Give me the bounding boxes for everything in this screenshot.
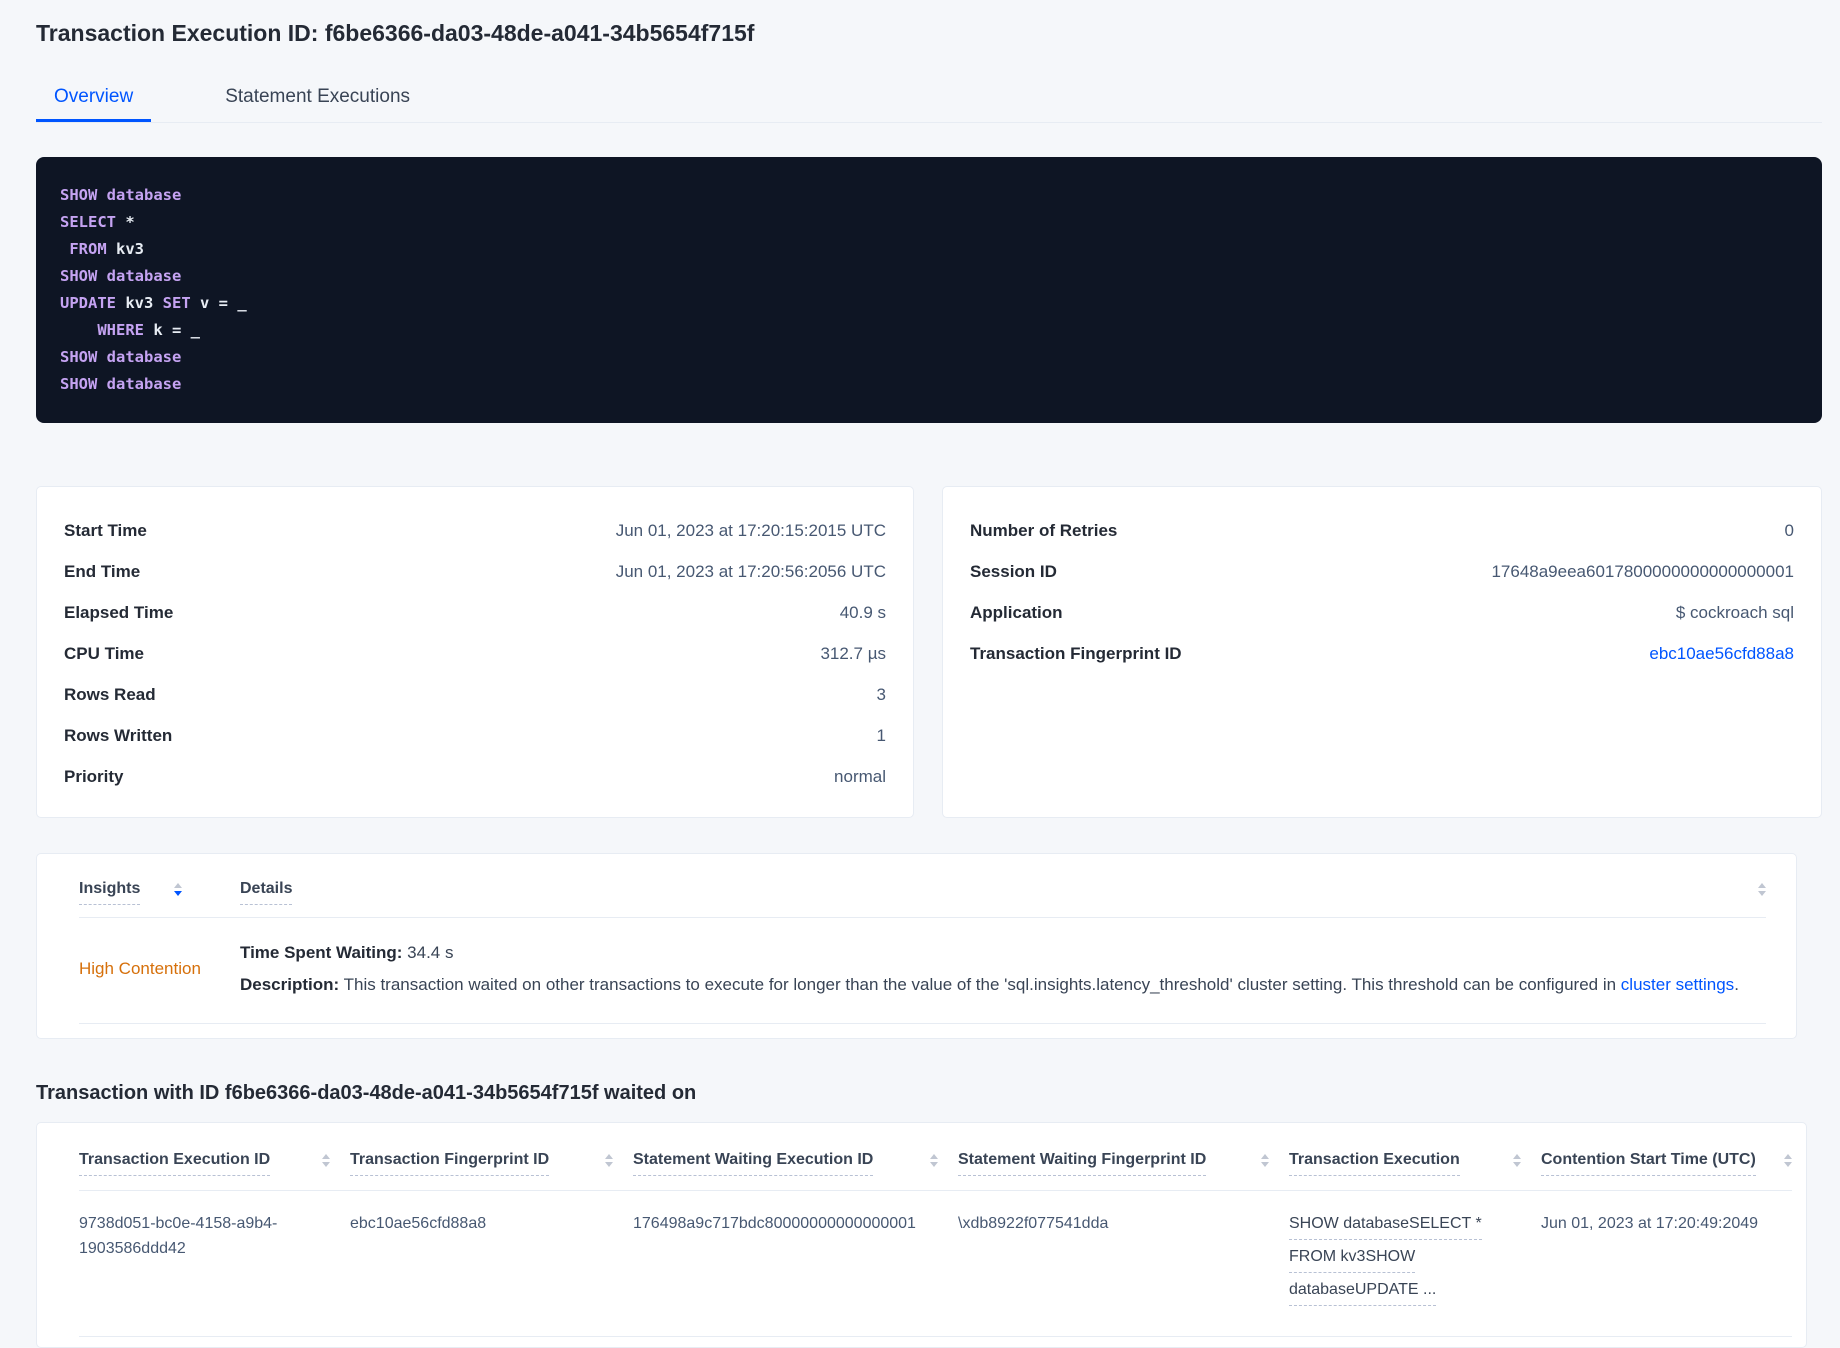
insights-column-header: Insights (79, 880, 240, 905)
page-title: Transaction Execution ID: f6be6366-da03-… (36, 20, 755, 46)
insight-details: Time Spent Waiting: 34.4 s Description: … (240, 940, 1766, 997)
column-header-statement-waiting-execution-id: Statement Waiting Execution ID (633, 1151, 958, 1176)
tab-bar: Overview Statement Executions (36, 74, 1822, 123)
summary-kv-row: Rows Read 3 (64, 674, 886, 715)
sort-icon[interactable] (322, 1153, 330, 1167)
timing-summary-card: Start Time Jun 01, 2023 at 17:20:15:2015… (36, 486, 914, 818)
kv-label: Session ID (970, 561, 1057, 581)
insights-table: Insights Details High Contention Time Sp… (36, 853, 1797, 1039)
kv-label: Application (970, 602, 1063, 622)
kv-label: Transaction Fingerprint ID (970, 643, 1182, 663)
summary-kv-row: End Time Jun 01, 2023 at 17:20:56:2056 U… (64, 551, 886, 592)
summary-cards: Start Time Jun 01, 2023 at 17:20:15:2015… (36, 486, 1822, 818)
sort-icon[interactable] (1513, 1153, 1521, 1167)
time-spent-waiting: Time Spent Waiting: 34.4 s (240, 943, 454, 962)
sql-code: SHOW database SELECT * FROM kv3 SHOW datab… (60, 186, 247, 393)
column-header-contention-start-time: Contention Start Time (UTC) (1541, 1151, 1792, 1176)
summary-kv-row: Priority normal (64, 756, 886, 797)
kv-label: Rows Read (64, 684, 156, 704)
sort-icon[interactable] (930, 1153, 938, 1167)
column-header-transaction-execution: Transaction Execution (1289, 1151, 1541, 1176)
insight-type-badge: High Contention (79, 958, 201, 978)
kv-value: 17648a9eea6017800000000000000001 (1491, 561, 1794, 581)
cell-transaction-fingerprint-id: ebc10ae56cfd88a8 (350, 1214, 487, 1232)
column-header-transaction-fingerprint-id: Transaction Fingerprint ID (350, 1151, 633, 1176)
kv-value: Jun 01, 2023 at 17:20:15:2015 UTC (615, 520, 886, 540)
kv-value: 3 (876, 684, 886, 704)
waited-on-table: Transaction Execution ID Transaction Fin… (36, 1121, 1807, 1348)
kv-value: 1 (876, 725, 886, 745)
sort-icon[interactable] (1784, 1153, 1792, 1167)
kv-value: normal (834, 766, 886, 786)
kv-label: CPU Time (64, 643, 144, 663)
summary-kv-row: Start Time Jun 01, 2023 at 17:20:15:2015… (64, 510, 886, 551)
column-header-statement-waiting-fingerprint-id: Statement Waiting Fingerprint ID (958, 1151, 1289, 1176)
kv-value: Jun 01, 2023 at 17:20:56:2056 UTC (615, 561, 886, 581)
insights-column-label[interactable]: Insights (79, 880, 141, 905)
summary-kv-row: Application $ cockroach sql (970, 592, 1794, 633)
summary-kv-row: Elapsed Time 40.9 s (64, 592, 886, 633)
cell-transaction-execution[interactable]: SHOW databaseSELECT * FROM kv3SHOW datab… (1289, 1211, 1541, 1310)
waited-table-header: Transaction Execution ID Transaction Fin… (79, 1123, 1792, 1191)
cell-statement-waiting-fingerprint-id: \xdb8922f077541dda (958, 1214, 1109, 1232)
sort-icon[interactable] (1758, 883, 1766, 896)
column-header-transaction-execution-id: Transaction Execution ID (79, 1151, 350, 1176)
transaction-fingerprint-link[interactable]: ebc10ae56cfd88a8 (1649, 644, 1794, 664)
cell-transaction-execution-id: 9738d051-bc0e-4158-a9b4-1903586ddd42 (79, 1214, 278, 1257)
tab-overview[interactable]: Overview (36, 74, 152, 122)
kv-value: $ cockroach sql (1675, 602, 1794, 622)
kv-label: Number of Retries (970, 520, 1118, 540)
waited-on-heading: Transaction with ID f6be6366-da03-48de-a… (36, 1082, 697, 1104)
kv-label: Priority (64, 766, 124, 786)
sort-icon[interactable] (1261, 1153, 1269, 1167)
insights-table-header: Insights Details (79, 854, 1766, 918)
session-summary-card: Number of Retries 0 Session ID 17648a9ee… (942, 486, 1822, 818)
kv-value: 40.9 s (839, 602, 886, 622)
kv-value: 0 (1784, 520, 1794, 540)
kv-label: End Time (64, 561, 141, 581)
cell-contention-start-time: Jun 01, 2023 at 17:20:49:2049 (1541, 1214, 1759, 1232)
kv-label: Start Time (64, 520, 147, 540)
sql-statement-box: SHOW database SELECT * FROM kv3 SHOW datab… (36, 157, 1822, 423)
kv-label: Elapsed Time (64, 602, 174, 622)
insight-row: High Contention Time Spent Waiting: 34.4… (79, 918, 1766, 1024)
sort-icon[interactable] (605, 1153, 613, 1167)
page-container: Transaction Execution ID: f6be6366-da03-… (0, 20, 1840, 1348)
kv-label: Rows Written (64, 725, 173, 745)
summary-kv-row: Number of Retries 0 (970, 510, 1794, 551)
cluster-settings-link[interactable]: cluster settings (1621, 975, 1734, 994)
summary-kv-row: Transaction Fingerprint ID ebc10ae56cfd8… (970, 633, 1794, 674)
kv-value: 312.7 µs (820, 643, 886, 663)
tab-statement-executions[interactable]: Statement Executions (207, 74, 428, 122)
summary-kv-row: Rows Written 1 (64, 715, 886, 756)
cell-statement-waiting-execution-id: 176498a9c717bdc80000000000000001 (633, 1214, 916, 1232)
details-column-label[interactable]: Details (240, 880, 293, 905)
summary-kv-row: Session ID 17648a9eea6017800000000000000… (970, 551, 1794, 592)
insight-description: Description: This transaction waited on … (240, 975, 1739, 994)
summary-kv-row: CPU Time 312.7 µs (64, 633, 886, 674)
waited-table-row: 9738d051-bc0e-4158-a9b4-1903586ddd42 ebc… (79, 1191, 1792, 1337)
sort-desc-icon[interactable] (174, 883, 183, 896)
